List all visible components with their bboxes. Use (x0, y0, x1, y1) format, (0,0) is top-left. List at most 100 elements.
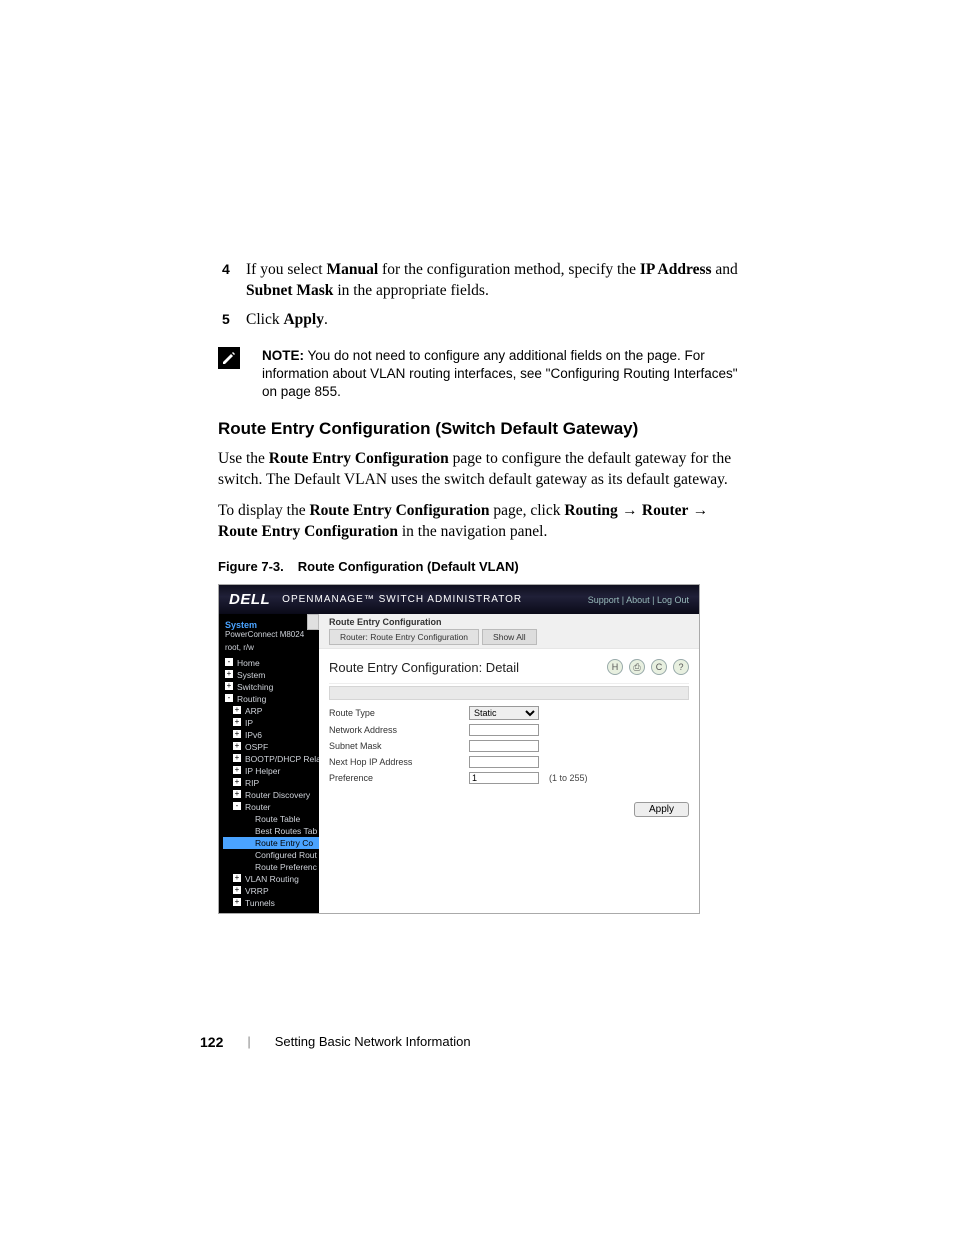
expand-icon[interactable] (233, 778, 241, 786)
nav-item-label: ARP (245, 706, 262, 716)
nav-item[interactable]: VRRP (223, 885, 319, 897)
nav-item-label: OSPF (245, 742, 268, 752)
tab-detail[interactable]: Router: Route Entry Configuration (329, 629, 479, 645)
nav-item[interactable]: Home (223, 657, 319, 669)
next-hop-input[interactable] (469, 756, 539, 768)
expand-icon[interactable] (233, 742, 241, 750)
form-row-route-type: Route Type Static (329, 704, 689, 722)
nav-item[interactable]: Router (223, 801, 319, 813)
nav-item[interactable]: Tunnels (223, 897, 319, 909)
expand-icon[interactable] (233, 898, 241, 906)
expand-icon[interactable] (233, 874, 241, 882)
nav-item[interactable]: Route Table (223, 813, 319, 825)
nav-item[interactable]: System (223, 669, 319, 681)
step-5: 5 Click Apply. (218, 310, 744, 331)
nav-user: root, r/w (223, 644, 319, 657)
nav-tree[interactable]: System PowerConnect M8024 root, r/w Home… (219, 614, 319, 913)
expand-icon[interactable] (225, 670, 233, 678)
step-number: 4 (222, 260, 230, 279)
pencil-note-icon (218, 347, 240, 369)
expand-icon[interactable] (233, 706, 241, 714)
expand-icon[interactable] (233, 766, 241, 774)
expand-icon[interactable] (233, 802, 241, 810)
nav-item[interactable]: OSPF (223, 741, 319, 753)
nav-item-label: IP Helper (245, 766, 280, 776)
nav-item[interactable]: ARP (223, 705, 319, 717)
nav-item-label: Routing (237, 694, 266, 704)
expand-icon[interactable] (225, 694, 233, 702)
nav-item[interactable]: Route Preferenc (223, 861, 319, 873)
nav-item[interactable]: Routing (223, 693, 319, 705)
nav-item[interactable]: Route Entry Co (223, 837, 319, 849)
note-label: NOTE: (262, 348, 304, 363)
body-paragraph: To display the Route Entry Configuration… (218, 501, 744, 543)
nav-item-label: Best Routes Tab (255, 826, 317, 836)
preference-range: (1 to 255) (549, 773, 588, 783)
scroll-up-icon[interactable] (307, 614, 319, 630)
note-text: You do not need to configure any additio… (262, 348, 738, 399)
nav-item[interactable]: Best Routes Tab (223, 825, 319, 837)
nav-item-label: VRRP (245, 886, 269, 896)
step-number: 5 (222, 310, 230, 329)
note-block: NOTE: You do not need to configure any a… (218, 347, 744, 402)
app-title: OPENMANAGE™ SWITCH ADMINISTRATOR (282, 594, 522, 605)
body-paragraph: Use the Route Entry Configuration page t… (218, 449, 744, 491)
app-banner: DELL OPENMANAGE™ SWITCH ADMINISTRATOR Su… (219, 585, 699, 614)
expand-icon[interactable] (233, 730, 241, 738)
step-text: If you select Manual for the configurati… (246, 261, 738, 299)
page-title: Route Entry Configuration (329, 617, 689, 627)
expand-icon[interactable] (233, 718, 241, 726)
nav-item-label: BOOTP/DHCP Relay (245, 754, 319, 764)
nav-product: PowerConnect M8024 (223, 631, 319, 644)
nav-item[interactable]: Router Discovery (223, 789, 319, 801)
section-bar (329, 686, 689, 700)
route-type-select[interactable]: Static (469, 706, 539, 720)
preference-input[interactable] (469, 772, 539, 784)
nav-item-label: VLAN Routing (245, 874, 299, 884)
nav-item[interactable]: Configured Rout (223, 849, 319, 861)
h-icon[interactable]: H (607, 659, 623, 675)
nav-item-label: Tunnels (245, 898, 275, 908)
nav-item[interactable]: BOOTP/DHCP Relay (223, 753, 319, 765)
subnet-mask-input[interactable] (469, 740, 539, 752)
nav-item[interactable]: IP Helper (223, 765, 319, 777)
expand-icon[interactable] (233, 754, 241, 762)
step-4: 4 If you select Manual for the configura… (218, 260, 744, 302)
nav-item-label: Router Discovery (245, 790, 310, 800)
section-heading: Route Entry Configuration (Switch Defaul… (218, 419, 744, 439)
figure-caption: Figure 7-3.Route Configuration (Default … (218, 559, 744, 574)
form-row-preference: Preference (1 to 255) (329, 770, 689, 786)
print-icon[interactable]: ⎙ (629, 659, 645, 675)
nav-item[interactable]: Switching (223, 681, 319, 693)
form-row-network-address: Network Address (329, 722, 689, 738)
nav-item-label: Configured Rout (255, 850, 317, 860)
refresh-icon[interactable]: C (651, 659, 667, 675)
nav-item[interactable]: IP (223, 717, 319, 729)
tab-show-all[interactable]: Show All (482, 629, 537, 645)
page-number: 122 (200, 1034, 223, 1050)
network-address-input[interactable] (469, 724, 539, 736)
apply-button[interactable]: Apply (634, 802, 689, 817)
expand-icon[interactable] (225, 682, 233, 690)
breadcrumb: Route Entry Configuration Router: Route … (319, 614, 699, 649)
help-icon[interactable]: ? (673, 659, 689, 675)
separator (329, 683, 689, 684)
nav-item-label: Route Table (255, 814, 300, 824)
form-row-subnet-mask: Subnet Mask (329, 738, 689, 754)
form-row-next-hop: Next Hop IP Address (329, 754, 689, 770)
nav-item-label: RIP (245, 778, 259, 788)
nav-item-label: Home (237, 658, 260, 668)
expand-icon[interactable] (225, 658, 233, 666)
footer-divider: | (247, 1034, 250, 1049)
nav-item[interactable]: IPv6 (223, 729, 319, 741)
nav-item[interactable]: VLAN Routing (223, 873, 319, 885)
step-text: Click Apply. (246, 311, 328, 328)
expand-icon[interactable] (233, 790, 241, 798)
content-panel: Route Entry Configuration Router: Route … (319, 614, 699, 913)
expand-icon[interactable] (233, 886, 241, 894)
nav-item[interactable]: RIP (223, 777, 319, 789)
ordered-steps: 4 If you select Manual for the configura… (218, 260, 744, 331)
dell-logo: DELL (229, 591, 270, 608)
header-links[interactable]: Support | About | Log Out (588, 595, 689, 605)
nav-item-label: Router (245, 802, 271, 812)
